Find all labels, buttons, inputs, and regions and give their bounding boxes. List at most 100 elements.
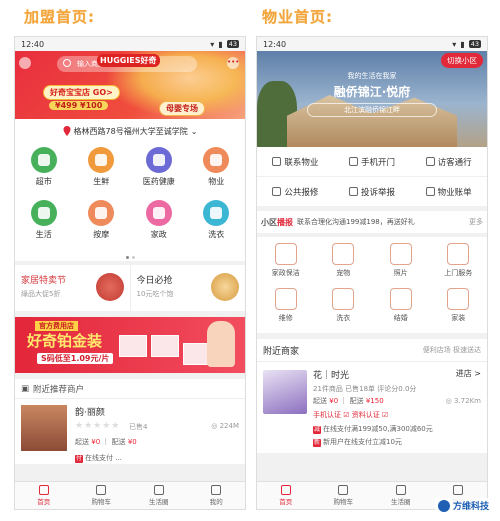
- page-indicator: [15, 253, 245, 261]
- promo-home-sale[interactable]: 家居特卖节 綠品大促5折: [15, 265, 131, 311]
- service-label: 手机开门: [360, 157, 395, 168]
- service-4[interactable]: 投诉举报: [333, 177, 411, 207]
- status-bar: 12:40 ▾ ▮ 43: [257, 37, 487, 51]
- distance: ◎ 224M: [211, 422, 239, 430]
- merchant-card[interactable]: 韵·丽颜 ★★★★★ 已售4 ◎ 224M 起送 ¥0 ｜ 配送 ¥0 付在线支…: [15, 398, 245, 464]
- category-3[interactable]: 物业: [188, 147, 246, 200]
- promotion-line: 减在线支付满199减50,满300减60元: [313, 425, 433, 434]
- product-image: [151, 335, 179, 357]
- status-time: 12:40: [263, 39, 287, 49]
- service-label: 联系物业: [284, 157, 319, 168]
- community-name: 融侨锦江·悦府: [333, 85, 411, 99]
- category-2[interactable]: 医药健康: [130, 147, 188, 200]
- tab-2[interactable]: 生活圈: [372, 482, 430, 509]
- tab-0[interactable]: 首页: [257, 482, 315, 509]
- tab-icon: [153, 485, 164, 495]
- category-icon: [203, 200, 230, 226]
- category-label: 医药健康: [142, 177, 175, 186]
- grid-item-1[interactable]: 宠物: [315, 243, 373, 288]
- promo-today-image: [211, 273, 239, 301]
- category-label: 家政: [150, 230, 167, 239]
- promo-today[interactable]: 今日必抢 10元吃个饱: [131, 265, 246, 311]
- category-label: 超市: [35, 177, 52, 186]
- more-icon[interactable]: •••: [227, 57, 239, 69]
- hero-banner[interactable]: 输入商品、店铺 HUGGIES好奇 ••• 好奇宝宝店 GO> ¥499 ¥10…: [15, 51, 245, 119]
- service-label: 访客通行: [437, 157, 472, 168]
- category-0[interactable]: 超市: [15, 147, 73, 200]
- nearby-header: ▣ 附近推荐商户: [15, 379, 245, 398]
- grid-item-6[interactable]: 结婚: [372, 288, 430, 333]
- tab-label: 购物车: [333, 498, 354, 506]
- watermark-text: 方维科技: [452, 502, 489, 512]
- grid-label: 家政保洁: [271, 269, 300, 277]
- store-icon: ▣: [21, 383, 30, 394]
- merchant-thumbnail: [21, 405, 67, 451]
- category-label: 洗衣: [208, 230, 225, 239]
- back-icon[interactable]: [19, 57, 31, 69]
- certification: 手机认证 ☑ 资料认证 ☑: [313, 411, 389, 419]
- service-5[interactable]: 物业账单: [410, 177, 487, 207]
- franchise-home-phone: 12:40 ▾▮43 输入商品、店铺 HUGGIES好奇 ••• 好奇宝宝店 G…: [14, 36, 246, 510]
- category-4[interactable]: 生活: [15, 200, 73, 253]
- store-go-button[interactable]: 好奇宝宝店 GO>: [43, 85, 120, 100]
- service-icon: [425, 157, 435, 166]
- category-7[interactable]: 洗衣: [188, 200, 246, 253]
- tab-0[interactable]: 首页: [15, 482, 73, 509]
- distance: ◎ 3.72Km: [445, 397, 481, 405]
- promo-row: 家居特卖节 綠品大促5折 今日必抢 10元吃个饱: [15, 265, 245, 311]
- grid-item-4[interactable]: 维修: [257, 288, 315, 333]
- grid-item-2[interactable]: 照片: [372, 243, 430, 288]
- grid-item-3[interactable]: 上门服务: [430, 243, 488, 288]
- category-5[interactable]: 按摩: [73, 200, 131, 253]
- battery-icon: 43: [226, 40, 239, 48]
- tab-label: 首页: [37, 498, 51, 506]
- service-3[interactable]: 公共报修: [257, 177, 334, 207]
- grid-item-7[interactable]: 家装: [430, 288, 488, 333]
- location-selector[interactable]: 格林西路78号福州大学至诚学院 ⌄: [15, 119, 245, 143]
- ad-banner[interactable]: 官方费用店 好奇铂金装 S码低至1.09元/片: [15, 317, 245, 373]
- tab-label: 购物车: [91, 498, 112, 506]
- merchant-card[interactable]: 花｜时光 进店 > 21件商品 已售18单 评论分0.0分 起送 ¥0 ｜ 配送…: [257, 361, 487, 453]
- category-icon: [145, 200, 172, 226]
- category-icon: [203, 147, 230, 173]
- grid-label: 宠物: [336, 269, 351, 277]
- service-1[interactable]: 手机开门: [333, 147, 411, 177]
- service-2[interactable]: 访客通行: [410, 147, 487, 177]
- enter-store-link[interactable]: 进店 >: [456, 368, 481, 379]
- tab-icon: [280, 485, 291, 495]
- banner-promo-tag[interactable]: 母婴专场: [159, 101, 205, 116]
- tab-2[interactable]: 生活圈: [130, 482, 188, 509]
- rating-stars: ★★★★★: [75, 421, 121, 431]
- payment-tag: 付在线支付 ...: [75, 454, 122, 463]
- category-6[interactable]: 家政: [130, 200, 188, 253]
- grid-item-0[interactable]: 家政保洁: [257, 243, 315, 288]
- category-1[interactable]: 生鲜: [73, 147, 131, 200]
- property-home-phone: 12:40 ▾ ▮ 43 切换小区 我的生活在我家 融侨锦江·悦府 北江滨融侨锦江畔…: [256, 36, 488, 510]
- switch-community-button[interactable]: 切换小区: [441, 53, 483, 68]
- property-services: 联系物业 手机开门 访客通行公共报修 投诉举报 物业账单: [257, 147, 487, 207]
- signal-icon: ▮: [218, 39, 223, 49]
- watermark-logo: 方维科技: [434, 498, 492, 513]
- tab-3[interactable]: 我的: [188, 482, 246, 509]
- service-0[interactable]: 联系物业: [257, 147, 334, 177]
- merchants-header: 附近商家 便利店场 极速送达: [257, 339, 487, 361]
- grid-label: 家装: [451, 314, 466, 322]
- community-notice[interactable]: 小区播报 联系合理化沟通199减198，再送好礼 更多: [257, 211, 487, 233]
- notice-more-link[interactable]: 更多: [469, 217, 483, 227]
- tab-icon: [96, 485, 107, 495]
- category-label: 物业: [208, 177, 225, 186]
- category-grid: 超市 生鲜 医药健康 物业生活 按摩 家政 洗衣: [15, 143, 245, 253]
- grid-icon: [274, 243, 297, 265]
- merchant-thumbnail: [263, 370, 307, 414]
- service-icon: [348, 157, 358, 166]
- signal-icon: ▮: [460, 39, 465, 49]
- tab-1[interactable]: 购物车: [73, 482, 131, 509]
- category-icon: [88, 200, 115, 226]
- grid-item-5[interactable]: 洗衣: [315, 288, 373, 333]
- tab-1[interactable]: 购物车: [315, 482, 373, 509]
- ad-headline: 好奇铂金装: [27, 332, 103, 350]
- category-icon: [30, 200, 57, 226]
- service-icon: [348, 187, 358, 196]
- banner-price: ¥499 ¥100: [49, 101, 109, 110]
- status-time: 12:40: [21, 39, 45, 49]
